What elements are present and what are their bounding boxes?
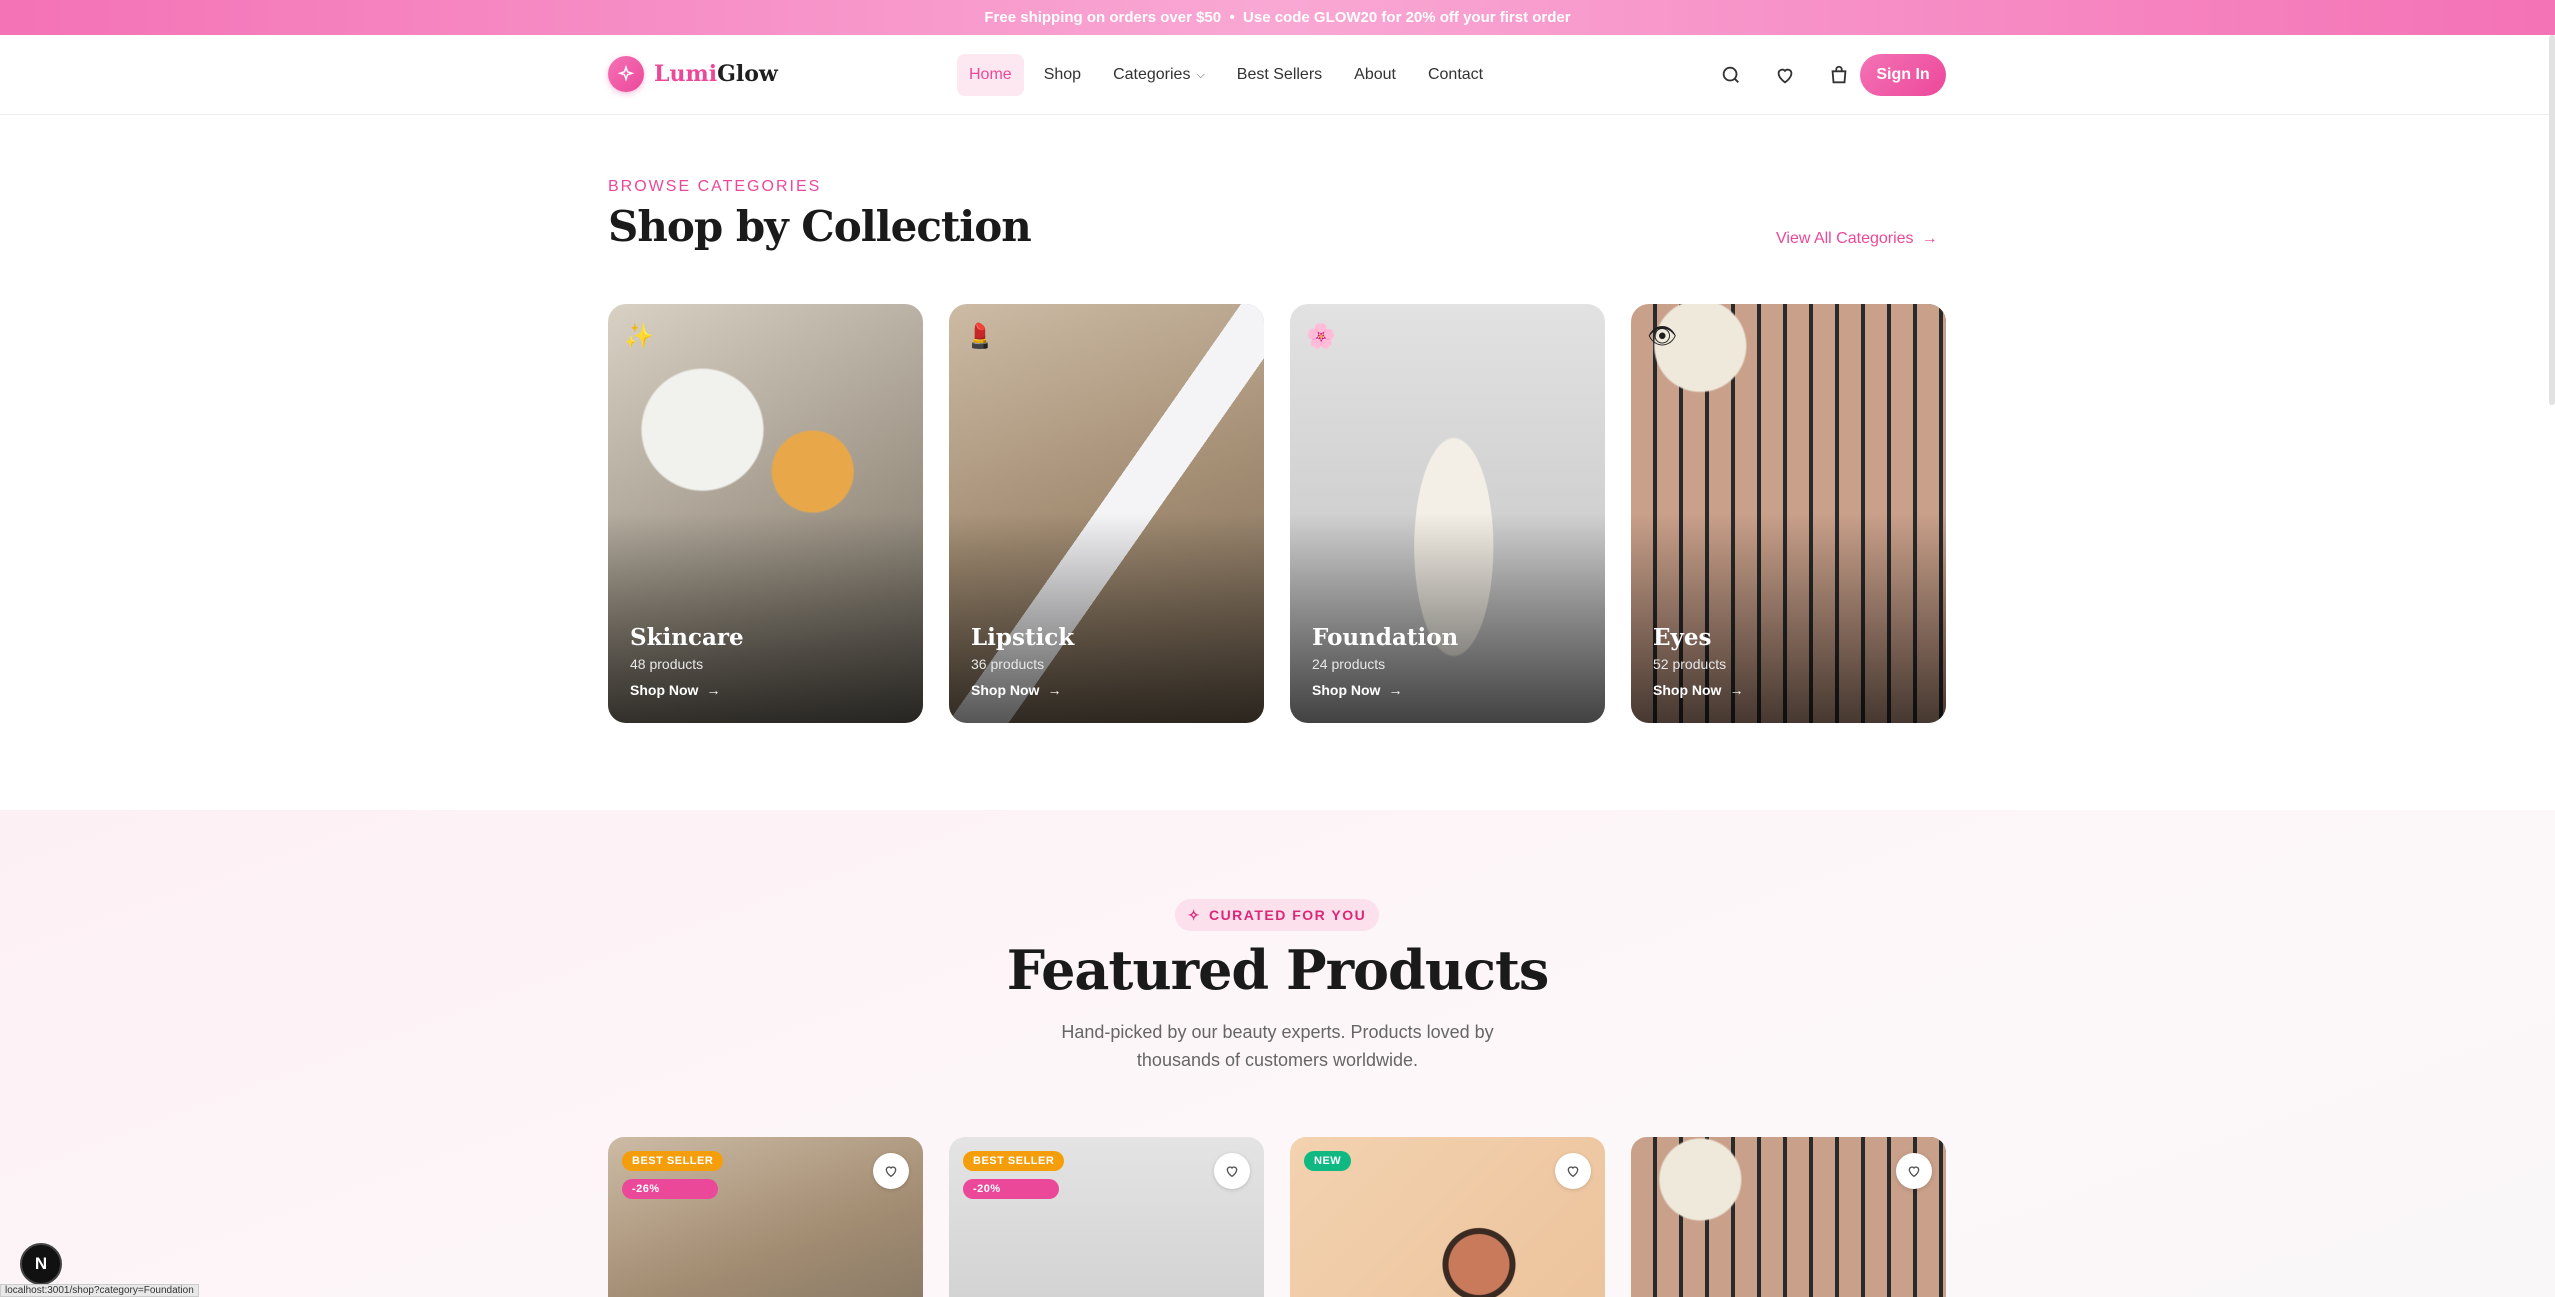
category-card-eyes[interactable]: 👁 Eyes 52 products Shop Now →	[1631, 304, 1946, 723]
eye-icon: 👁	[1647, 323, 1678, 350]
best-seller-badge: BEST SELLER	[622, 1151, 724, 1171]
product-card[interactable]: NEW	[1290, 1137, 1605, 1297]
shop-now-link[interactable]: Shop Now →	[630, 682, 720, 698]
product-card[interactable]: BEST SELLER -26%	[608, 1137, 923, 1297]
category-count: 48 products	[630, 656, 704, 672]
arrow-right-icon: →	[706, 682, 721, 698]
promo-banner: Free shipping on orders over $50 • Use c…	[0, 0, 2555, 35]
promo-text-b: for 20% off your first order	[1377, 9, 1571, 26]
new-badge: NEW	[1304, 1151, 1352, 1171]
heart-icon[interactable]	[1770, 60, 1800, 90]
nav-best-sellers[interactable]: Best Sellers	[1225, 54, 1334, 96]
nav-contact[interactable]: Contact	[1416, 54, 1495, 96]
category-count: 36 products	[971, 656, 1045, 672]
discount-badge: -20%	[963, 1179, 1059, 1199]
arrow-right-icon: →	[1047, 682, 1062, 698]
header-actions	[1716, 60, 1854, 90]
sparkle-icon	[608, 56, 644, 92]
arrow-right-icon: →	[1921, 230, 1938, 247]
dev-tools-badge[interactable]: N	[20, 1243, 62, 1285]
nav-about[interactable]: About	[1342, 54, 1408, 96]
product-card[interactable]	[1631, 1137, 1946, 1297]
nav-categories[interactable]: Categories ⌵	[1101, 54, 1217, 96]
category-grid: ✨ Skincare 48 products Shop Now → 💄 Lipst…	[608, 304, 1946, 723]
view-all-categories-link[interactable]: View All Categories →	[1776, 230, 1938, 248]
sparkles-icon: ✨	[624, 323, 654, 350]
sign-in-button[interactable]: Sign In	[1860, 54, 1946, 96]
site-header: LumiGlow Home Shop Categories ⌵ Best Sell…	[0, 35, 2555, 115]
discount-badge: -26%	[622, 1179, 718, 1199]
wishlist-heart-icon[interactable]	[1555, 1153, 1591, 1189]
category-count: 24 products	[1312, 656, 1386, 672]
best-seller-badge: BEST SELLER	[963, 1151, 1065, 1171]
category-card-skincare[interactable]: ✨ Skincare 48 products Shop Now →	[608, 304, 923, 723]
category-name: Skincare	[630, 624, 744, 651]
curated-pill: ✧ CURATED FOR YOU	[1175, 899, 1379, 931]
wishlist-heart-icon[interactable]	[1896, 1153, 1932, 1189]
featured-title: Featured Products	[1006, 938, 1550, 1002]
categories-eyebrow: BROWSE CATEGORIES	[608, 178, 822, 195]
flower-icon: 🌸	[1306, 323, 1336, 350]
page-scrollbar[interactable]	[2549, 35, 2555, 405]
main-nav: Home Shop Categories ⌵ Best Sellers About…	[957, 54, 1503, 96]
brand-logo[interactable]: LumiGlow	[608, 56, 778, 92]
wishlist-heart-icon[interactable]	[873, 1153, 909, 1189]
category-name: Foundation	[1312, 624, 1459, 651]
nav-home[interactable]: Home	[957, 54, 1024, 96]
category-card-foundation[interactable]: 🌸 Foundation 24 products Shop Now →	[1290, 304, 1605, 723]
categories-title: Shop by Collection	[608, 202, 1032, 251]
category-name: Lipstick	[971, 624, 1075, 651]
status-bar-url: localhost:3001/shop?category=Foundation	[0, 1284, 199, 1297]
shop-now-link[interactable]: Shop Now →	[1653, 682, 1743, 698]
promo-code: GLOW20	[1313, 9, 1378, 26]
cart-icon[interactable]	[1824, 60, 1854, 90]
featured-subtitle: Hand-picked by our beauty experts. Produ…	[1061, 1022, 1494, 1070]
brand-name: LumiGlow	[654, 61, 778, 87]
chevron-down-icon: ⌵	[1196, 68, 1205, 81]
sparkle-icon: ✧	[1187, 906, 1201, 923]
category-name: Eyes	[1653, 624, 1712, 651]
arrow-right-icon: →	[1729, 682, 1744, 698]
lipstick-icon: 💄	[965, 323, 995, 350]
wishlist-heart-icon[interactable]	[1214, 1153, 1250, 1189]
product-grid: BEST SELLER -26% BEST SELLER -20% NEW	[608, 1137, 1946, 1297]
product-card[interactable]: BEST SELLER -20%	[949, 1137, 1264, 1297]
shop-now-link[interactable]: Shop Now →	[1312, 682, 1402, 698]
promo-text-a: Free shipping on orders over $50 • Use c…	[984, 9, 1314, 26]
category-card-lipstick[interactable]: 💄 Lipstick 36 products Shop Now →	[949, 304, 1264, 723]
shop-now-link[interactable]: Shop Now →	[971, 682, 1061, 698]
nav-shop[interactable]: Shop	[1032, 54, 1093, 96]
category-count: 52 products	[1653, 656, 1727, 672]
arrow-right-icon: →	[1388, 682, 1403, 698]
search-icon[interactable]	[1716, 60, 1746, 90]
